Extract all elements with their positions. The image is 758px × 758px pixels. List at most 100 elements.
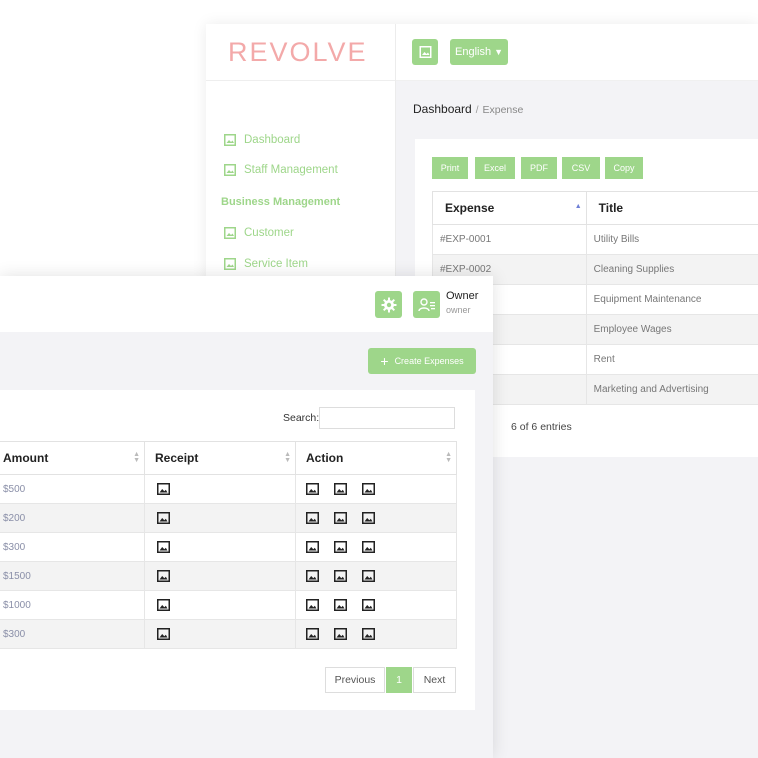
action-cell [295, 590, 457, 620]
entries-info: 6 of 6 entries [511, 421, 572, 433]
breadcrumb: Dashboard / Expense [413, 102, 523, 116]
view-action-icon[interactable] [306, 512, 319, 524]
receipt-cell [144, 590, 296, 620]
delete-action-icon[interactable] [362, 483, 375, 495]
receipt-image-icon[interactable] [157, 570, 170, 582]
receipt-cell [144, 619, 296, 649]
edit-action-icon[interactable] [334, 570, 347, 582]
action-cell [295, 474, 457, 504]
amount-cell: $1500 [0, 561, 145, 591]
sort-icon: ▲ ▼ [133, 451, 140, 464]
table-header-row: Amount ▲ ▼ Receipt ▲ ▼ Action ▲ ▼ [0, 441, 457, 475]
sidebar-item-label: Customer [244, 227, 294, 239]
image-icon [224, 227, 236, 239]
sort-icon: ▲ ▼ [284, 451, 291, 464]
sidebar-item-label: Staff Management [244, 164, 338, 176]
expense-list-card: Search: Amount ▲ ▼ Receipt ▲ ▼ Action ▲ ▼ $500… [0, 390, 475, 710]
expense-amount-table: Amount ▲ ▼ Receipt ▲ ▼ Action ▲ ▼ $500 $200 $300… [0, 441, 457, 649]
table-row[interactable]: $200 [0, 503, 457, 533]
previous-page-button[interactable]: Previous [325, 667, 385, 693]
receipt-image-icon[interactable] [157, 599, 170, 611]
receipt-image-icon[interactable] [157, 483, 170, 495]
receipt-cell [144, 561, 296, 591]
delete-action-icon[interactable] [362, 570, 375, 582]
action-cell [295, 532, 457, 562]
column-header-amount[interactable]: Amount ▲ ▼ [0, 441, 145, 475]
receipt-image-icon[interactable] [157, 512, 170, 524]
topbar: English ▼ [396, 24, 758, 81]
sidebar-item-dashboard[interactable]: Dashboard [224, 134, 300, 146]
csv-button[interactable]: CSV [562, 157, 600, 179]
delete-action-icon[interactable] [362, 541, 375, 553]
expense-title: Employee Wages [585, 314, 758, 345]
search-input[interactable] [319, 407, 455, 429]
language-dropdown[interactable]: English ▼ [450, 39, 508, 65]
action-cell [295, 503, 457, 533]
delete-action-icon[interactable] [362, 599, 375, 611]
expense-title: Utility Bills [585, 224, 758, 255]
edit-action-icon[interactable] [334, 512, 347, 524]
print-button[interactable]: Print [432, 157, 468, 179]
image-icon [419, 46, 431, 58]
edit-action-icon[interactable] [334, 628, 347, 640]
breadcrumb-root[interactable]: Dashboard [413, 102, 472, 116]
next-page-button[interactable]: Next [413, 667, 456, 693]
front-window: Owner owner + Create Expenses Search: Am… [0, 276, 493, 758]
user-name: Owner [446, 290, 479, 302]
receipt-cell [144, 503, 296, 533]
expense-title: Cleaning Supplies [585, 254, 758, 285]
image-icon [224, 258, 236, 270]
expense-title: Rent [585, 344, 758, 375]
search-label: Search: [283, 412, 320, 424]
amount-cell: $1000 [0, 590, 145, 620]
column-header-title[interactable]: Title [585, 191, 758, 225]
brand-logo: REVOLVE [206, 24, 395, 81]
table-row[interactable]: $1500 [0, 561, 457, 591]
table-row[interactable]: $300 [0, 532, 457, 562]
language-label: English [455, 46, 492, 58]
column-header-action[interactable]: Action ▲ ▼ [295, 441, 457, 475]
expense-title: Equipment Maintenance [585, 284, 758, 315]
table-header-row: Expense ▲ Title [432, 191, 758, 225]
excel-button[interactable]: Excel [475, 157, 515, 179]
edit-action-icon[interactable] [334, 541, 347, 553]
view-action-icon[interactable] [306, 570, 319, 582]
breadcrumb-separator: / [475, 105, 479, 116]
delete-action-icon[interactable] [362, 628, 375, 640]
action-cell [295, 561, 457, 591]
table-row[interactable]: $300 [0, 619, 457, 649]
table-row[interactable]: $1000 [0, 590, 457, 620]
edit-action-icon[interactable] [334, 599, 347, 611]
action-cell [295, 619, 457, 649]
edit-action-icon[interactable] [334, 483, 347, 495]
user-profile-button[interactable] [413, 291, 440, 318]
sidebar-item-customer[interactable]: Customer [224, 227, 294, 239]
sidebar-item-service-item[interactable]: Service Item [224, 258, 308, 270]
image-button[interactable] [412, 39, 438, 65]
amount-cell: $300 [0, 532, 145, 562]
view-action-icon[interactable] [306, 628, 319, 640]
user-card-icon [417, 297, 435, 311]
delete-action-icon[interactable] [362, 512, 375, 524]
table-row[interactable]: $500 [0, 474, 457, 504]
receipt-image-icon[interactable] [157, 628, 170, 640]
front-main-content: + Create Expenses Search: Amount ▲ ▼ Recei… [0, 332, 493, 758]
sidebar-item-staff-management[interactable]: Staff Management [224, 164, 338, 176]
view-action-icon[interactable] [306, 483, 319, 495]
view-action-icon[interactable] [306, 599, 319, 611]
settings-button[interactable] [375, 291, 402, 318]
create-expenses-button[interactable]: + Create Expenses [368, 348, 476, 374]
page-1-button[interactable]: 1 [386, 667, 412, 693]
amount-cell: $200 [0, 503, 145, 533]
table-row[interactable]: #EXP-0001 Utility Bills [432, 224, 758, 255]
sidebar-item-label: Service Item [244, 258, 308, 270]
amount-cell: $300 [0, 619, 145, 649]
sidebar-section-heading: Business Management [221, 196, 341, 208]
column-header-receipt[interactable]: Receipt ▲ ▼ [144, 441, 296, 475]
receipt-image-icon[interactable] [157, 541, 170, 553]
view-action-icon[interactable] [306, 541, 319, 553]
pdf-button[interactable]: PDF [521, 157, 557, 179]
create-expenses-label: Create Expenses [394, 356, 464, 366]
column-header-expense[interactable]: Expense ▲ [432, 191, 587, 225]
copy-button[interactable]: Copy [605, 157, 643, 179]
